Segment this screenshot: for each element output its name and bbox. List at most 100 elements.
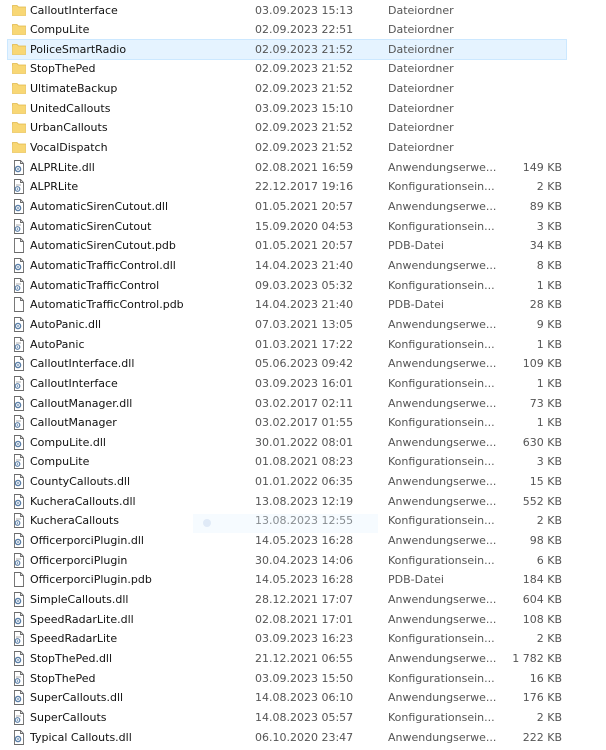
file-modified-date: 02.09.2023 22:51 bbox=[255, 23, 354, 37]
file-size: 8 KB bbox=[536, 258, 562, 272]
dll-file-icon bbox=[12, 434, 26, 450]
list-item[interactable]: UnitedCallouts 03.09.2023 15:10 Dateiordne… bbox=[8, 99, 566, 118]
file-type: PDB-Datei bbox=[388, 573, 444, 587]
file-name: AutomaticTrafficControl bbox=[30, 278, 160, 292]
file-type: Anwendungserwe... bbox=[388, 435, 497, 449]
list-item[interactable]: AutoPanic.dll 07.03.2021 13:05 Anwendungse… bbox=[8, 315, 566, 334]
list-item[interactable]: AutomaticSirenCutout.pdb 01.05.2021 20:57… bbox=[8, 236, 566, 255]
file-type: Dateiordner bbox=[388, 42, 454, 56]
list-item[interactable]: CalloutManager.dll 03.02.2017 02:11 Anwend… bbox=[8, 394, 566, 413]
file-size: 176 KB bbox=[522, 691, 562, 705]
file-type: Anwendungserwe... bbox=[388, 534, 497, 548]
file-modified-date: 01.08.2021 08:23 bbox=[255, 455, 354, 469]
list-item[interactable]: UrbanCallouts 02.09.2023 21:52 Dateiordner bbox=[8, 118, 566, 137]
list-item[interactable]: ALPRLite.dll 02.08.2021 16:59 Anwendungser… bbox=[8, 158, 566, 177]
list-item[interactable]: CalloutInterface 03.09.2023 15:13 Dateiord… bbox=[8, 1, 566, 20]
file-modified-date: 13.08.2023 12:55 bbox=[255, 514, 354, 528]
file-size: 3 KB bbox=[536, 455, 562, 469]
file-name: StopThePed bbox=[30, 671, 96, 685]
blank-file-icon bbox=[12, 572, 26, 588]
file-name: CalloutInterface bbox=[30, 376, 118, 390]
list-item[interactable]: SpeedRadarLite 03.09.2023 16:23 Konfigurat… bbox=[8, 629, 566, 648]
list-item[interactable]: StopThePed 03.09.2023 15:50 Konfigurations… bbox=[8, 669, 566, 688]
file-name: SpeedRadarLite.dll bbox=[30, 612, 134, 626]
file-type: PDB-Datei bbox=[388, 239, 444, 253]
folder-icon bbox=[12, 140, 26, 155]
dll-file-icon bbox=[12, 159, 26, 175]
list-item[interactable]: SimpleCallouts.dll 28.12.2021 17:07 Anwend… bbox=[8, 590, 566, 609]
file-type: Konfigurationsein... bbox=[388, 278, 495, 292]
list-item[interactable]: OfficerporciPlugin.pdb 14.05.2023 16:28 PD… bbox=[8, 570, 566, 589]
file-name: SuperCallouts.dll bbox=[30, 691, 124, 705]
list-item[interactable]: StopThePed.dll 21.12.2021 06:55 Anwendungs… bbox=[8, 649, 566, 668]
file-size: 2 KB bbox=[536, 710, 562, 724]
file-size: 149 KB bbox=[522, 160, 562, 174]
dll-file-icon bbox=[12, 257, 26, 273]
file-name: CompuLite bbox=[30, 23, 90, 37]
list-item[interactable]: UltimateBackup 02.09.2023 21:52 Dateiordne… bbox=[8, 79, 566, 98]
file-type: Dateiordner bbox=[388, 82, 454, 96]
list-item[interactable]: StopThePed 02.09.2023 21:52 Dateiordner bbox=[8, 59, 566, 78]
file-modified-date: 01.05.2021 20:57 bbox=[255, 239, 354, 253]
list-item[interactable]: KucheraCallouts.dll 13.08.2023 12:19 Anwen… bbox=[8, 492, 566, 511]
list-item[interactable]: CalloutInterface 03.09.2023 16:01 Konfigur… bbox=[8, 374, 566, 393]
file-name: AutoPanic bbox=[30, 337, 85, 351]
list-item[interactable]: CompuLite 01.08.2021 08:23 Konfigurationse… bbox=[8, 452, 566, 471]
file-type: Konfigurationsein... bbox=[388, 671, 495, 685]
file-type: Anwendungserwe... bbox=[388, 651, 497, 665]
file-modified-date: 03.02.2017 02:11 bbox=[255, 396, 354, 410]
list-item[interactable]: AutomaticSirenCutout 15.09.2020 04:53 Konf… bbox=[8, 217, 566, 236]
list-item[interactable]: CountyCallouts.dll 01.01.2022 06:35 Anwend… bbox=[8, 472, 566, 491]
file-size: 184 KB bbox=[522, 573, 562, 587]
list-item[interactable]: CalloutManager 03.02.2017 01:55 Konfigurat… bbox=[8, 413, 566, 432]
file-type: Konfigurationsein... bbox=[388, 710, 495, 724]
file-name: OfficerporciPlugin bbox=[30, 553, 128, 567]
file-name: AutomaticSirenCutout.pdb bbox=[30, 239, 176, 253]
file-size: 2 KB bbox=[536, 514, 562, 528]
list-item[interactable]: CalloutInterface.dll 05.06.2023 09:42 Anwe… bbox=[8, 354, 566, 373]
list-item[interactable]: SpeedRadarLite.dll 02.08.2021 17:01 Anwend… bbox=[8, 610, 566, 629]
file-name: CalloutManager bbox=[30, 416, 117, 430]
config-file-icon bbox=[12, 218, 26, 234]
file-modified-date: 14.08.2023 06:10 bbox=[255, 691, 354, 705]
config-file-icon bbox=[12, 277, 26, 293]
list-item[interactable]: AutoPanic 01.03.2021 17:22 Konfigurationse… bbox=[8, 335, 566, 354]
file-modified-date: 03.09.2023 16:23 bbox=[255, 632, 354, 646]
file-type: Konfigurationsein... bbox=[388, 337, 495, 351]
list-item[interactable]: Typical Callouts.dll 06.10.2020 23:47 Anwe… bbox=[8, 728, 566, 747]
file-name: ALPRLite bbox=[30, 180, 79, 194]
file-type: Dateiordner bbox=[388, 62, 454, 76]
list-item[interactable]: OfficerporciPlugin 30.04.2023 14:06 Konfig… bbox=[8, 551, 566, 570]
list-item[interactable]: AutomaticTrafficControl.pdb 14.04.2023 21… bbox=[8, 295, 566, 314]
list-item[interactable]: VocalDispatch 02.09.2023 21:52 Dateiordner bbox=[8, 138, 566, 157]
file-size: 222 KB bbox=[522, 730, 562, 744]
list-item[interactable]: OfficerporciPlugin.dll 14.05.2023 16:28 An… bbox=[8, 531, 566, 550]
file-type: Dateiordner bbox=[388, 3, 454, 17]
dll-file-icon bbox=[12, 316, 26, 332]
list-item[interactable]: AutomaticSirenCutout.dll 01.05.2021 20:57… bbox=[8, 197, 566, 216]
folder-icon bbox=[12, 101, 26, 116]
list-item[interactable]: CompuLite.dll 30.01.2022 08:01 Anwendungse… bbox=[8, 433, 566, 452]
list-item[interactable]: SuperCallouts 14.08.2023 05:57 Konfigurati… bbox=[8, 708, 566, 727]
file-size: 552 KB bbox=[522, 494, 562, 508]
file-type: Anwendungserwe... bbox=[388, 396, 497, 410]
file-modified-date: 02.08.2021 16:59 bbox=[255, 160, 354, 174]
list-item[interactable]: SuperCallouts.dll 14.08.2023 06:10 Anwendu… bbox=[8, 688, 566, 707]
file-type: Dateiordner bbox=[388, 121, 454, 135]
list-item[interactable]: KucheraCallouts 13.08.2023 12:55 Konfigura… bbox=[8, 511, 566, 530]
list-item[interactable]: AutomaticTrafficControl 09.03.2023 05:32 K… bbox=[8, 276, 566, 295]
list-item[interactable]: AutomaticTrafficControl.dll 14.04.2023 21… bbox=[8, 256, 566, 275]
list-item[interactable]: CompuLite 02.09.2023 22:51 Dateiordner bbox=[8, 20, 566, 39]
file-name: UltimateBackup bbox=[30, 82, 118, 96]
file-type: Anwendungserwe... bbox=[388, 691, 497, 705]
dll-file-icon bbox=[12, 395, 26, 411]
file-size: 6 KB bbox=[536, 553, 562, 567]
file-modified-date: 01.01.2022 06:35 bbox=[255, 475, 354, 489]
file-name: SuperCallouts bbox=[30, 710, 107, 724]
file-name: StopThePed.dll bbox=[30, 651, 113, 665]
dll-file-icon bbox=[12, 690, 26, 706]
list-item[interactable]: ALPRLite 22.12.2017 19:16 Konfigurationsei… bbox=[8, 177, 566, 196]
list-item[interactable]: PoliceSmartRadio 02.09.2023 21:52 Dateiord… bbox=[7, 38, 567, 60]
folder-icon bbox=[12, 61, 26, 76]
config-file-icon bbox=[12, 336, 26, 352]
